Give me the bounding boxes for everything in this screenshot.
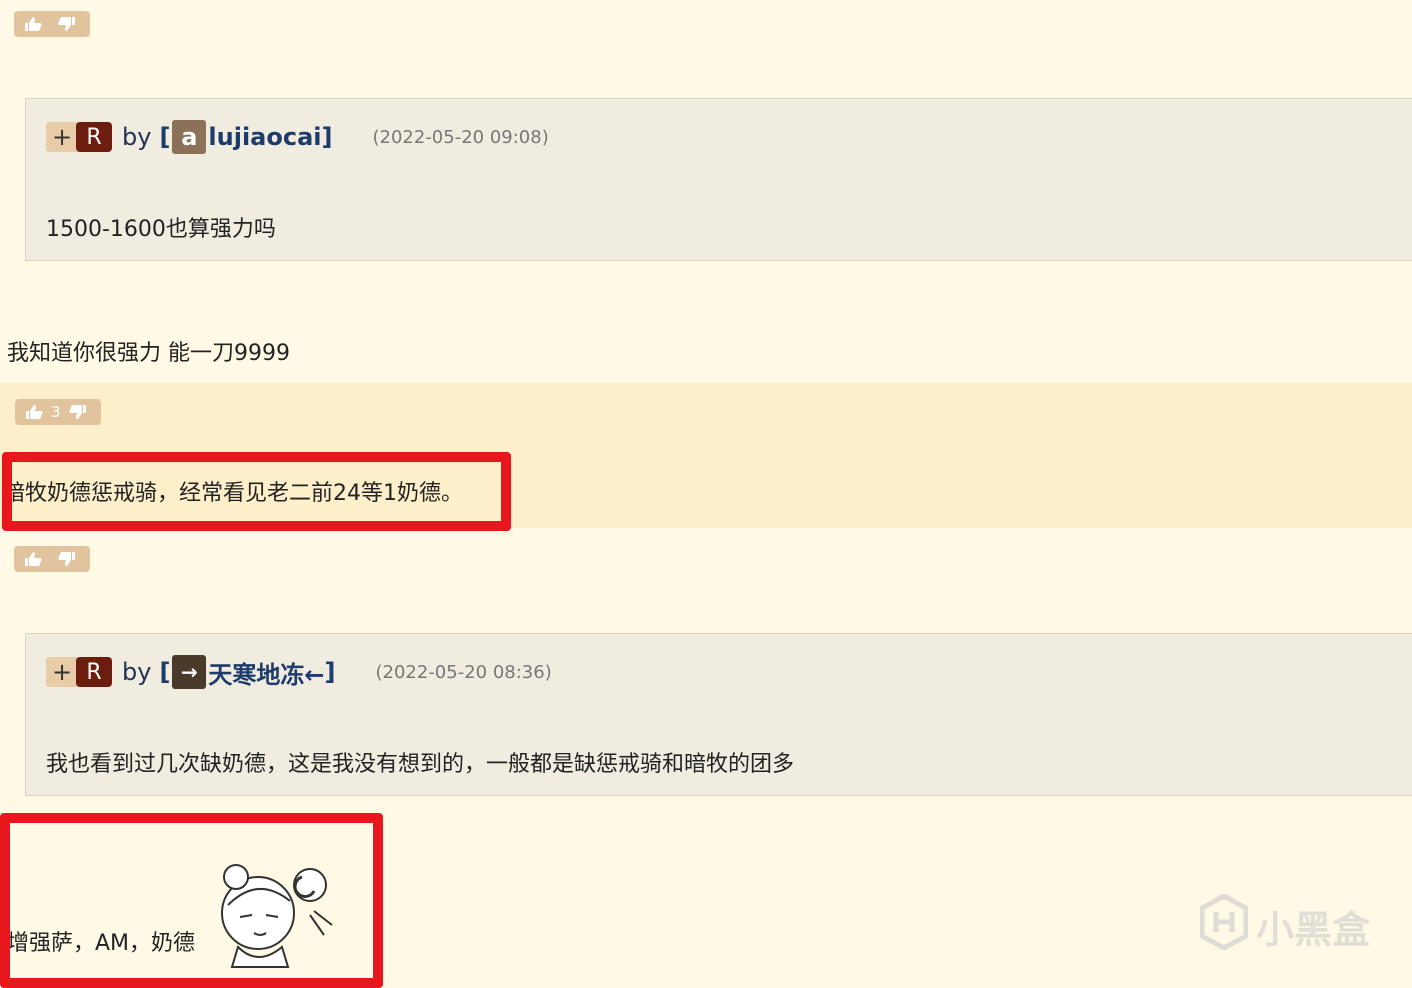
quote-text: 我也看到过几次缺奶德，这是我没有想到的，一般都是缺惩戒骑和暗牧的团多 [46,752,795,777]
post-timestamp: (2022-05-20 08:36) [375,661,552,683]
plus-button[interactable]: + [46,122,78,152]
plus-button[interactable]: + [46,657,78,687]
quote-header: + R by [ a lujiaocai ] (2022-05-20 09:08… [46,119,549,155]
reply-r-button[interactable]: R [76,657,112,687]
bracket-open: [ [159,123,171,151]
username-link[interactable]: 天寒地冻← [208,655,324,690]
username-link[interactable]: lujiaocai [208,123,321,151]
vote-widget-top [14,11,90,37]
vote-widget-highlighted: 3 [15,399,101,425]
watermark: 小黑盒 [1199,893,1371,959]
vote-count: 3 [51,403,61,421]
quote-header: + R by [ → 天寒地冻← ] (2022-05-20 08:36) [46,654,552,690]
thumbs-down-icon[interactable] [68,404,87,420]
quote-block: + R by [ → 天寒地冻← ] (2022-05-20 08:36) 我也… [25,633,1412,796]
avatar[interactable]: a [172,120,207,154]
post-text: 我知道你很强力 能一刀9999 [7,341,290,366]
heybox-logo-icon [1199,893,1249,959]
quote-text: 1500-1600也算强力吗 [46,217,276,242]
thumbs-up-icon[interactable] [24,551,42,567]
post-timestamp: (2022-05-20 09:08) [372,126,549,148]
red-annotation-box [0,813,383,988]
thumbs-down-icon[interactable] [58,16,76,32]
vote-widget-middle [14,546,90,572]
red-annotation-box [2,452,511,531]
thumbs-up-icon[interactable] [25,404,43,420]
quote-actions: + R [46,122,112,152]
watermark-text: 小黑盒 [1256,908,1371,952]
bracket-open: [ [159,658,171,686]
bracket-close: ] [321,123,333,151]
avatar[interactable]: → [172,655,207,689]
bracket-close: ] [324,658,336,686]
quote-actions: + R [46,657,112,687]
by-label: by [122,123,152,151]
thumbs-down-icon[interactable] [58,551,76,567]
by-label: by [122,658,152,686]
thumbs-up-icon[interactable] [24,16,42,32]
reply-r-button[interactable]: R [76,122,112,152]
quote-block: + R by [ a lujiaocai ] (2022-05-20 09:08… [25,98,1412,261]
